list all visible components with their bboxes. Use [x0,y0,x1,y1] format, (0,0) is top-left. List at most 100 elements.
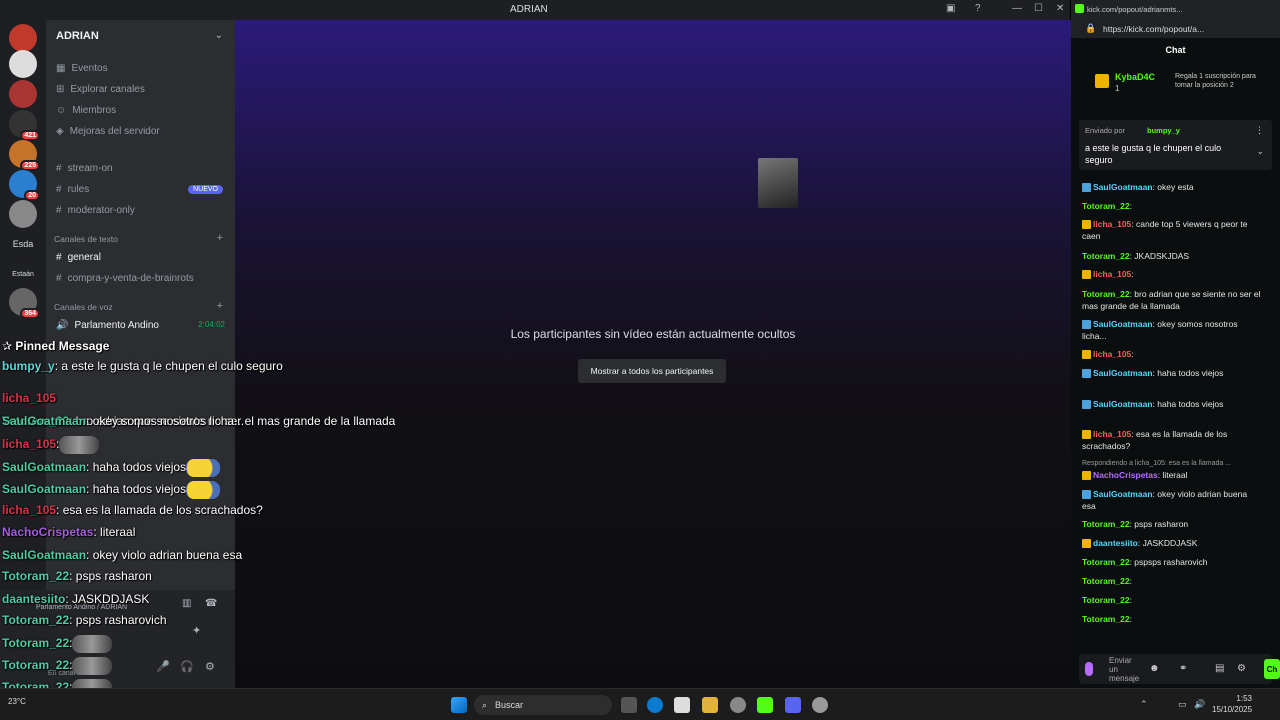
kick-username[interactable]: Totoram_22 [1082,557,1130,567]
weather-text[interactable]: 23°C [8,697,26,706]
kick-username[interactable]: Totoram_22 [1082,614,1130,624]
channel-stream-on[interactable]: # stream-on [54,158,228,178]
server-icon[interactable] [9,24,37,52]
emote-icon [72,635,113,653]
category-text[interactable]: Canales de texto [54,234,118,244]
start-icon[interactable] [451,697,467,713]
server-icon[interactable]: 421 [9,110,40,141]
leaderboard: KybaD4C 1 Regala 1 suscripción para toma… [1079,66,1274,106]
close-icon[interactable]: ✕ [1056,3,1064,14]
overlay-message: SaulGoatmaan: haha todos viejos [2,481,221,499]
overlay-message: NachoCrispetas: literaal [2,525,135,539]
network-icon[interactable]: ▭ [1178,699,1187,710]
kick-message-text: : okey esta [1152,182,1194,192]
taskbar-search[interactable]: ⌕ Buscar [474,695,612,715]
kick-username[interactable]: Totoram_22 [1082,251,1130,261]
emote-icon[interactable]: ☻ [1149,663,1160,674]
kick-username[interactable]: daantesiito [1093,538,1138,548]
send-chat-button[interactable]: Ch [1264,659,1280,679]
server-icon[interactable]: Estaán [9,260,37,288]
chevron-down-icon[interactable]: ⌄ [1256,146,1264,157]
sidebar-item-explore[interactable]: ⊞ Explorar canales [54,79,228,99]
server-icon[interactable]: Esda [9,230,37,258]
server-icon[interactable] [9,80,37,108]
sidebar-item-members[interactable]: ☺ Miembros [54,100,228,120]
help-icon[interactable]: ? [975,3,981,14]
channel-moderator-only[interactable]: # moderator-only [54,200,228,220]
kick-chat-message: NachoCrispetas: literaal [1082,469,1262,481]
kick-username[interactable]: Totoram_22 [1082,595,1130,605]
settings-icon[interactable] [812,697,828,713]
server-icon[interactable] [9,200,37,228]
server-icon[interactable]: 225 [9,140,40,171]
kick-username[interactable]: SaulGoatmaan [1093,399,1153,409]
badge: 20 [24,190,40,201]
sidebar-item-boosts[interactable]: ◈ Mejoras del servidor [54,121,228,141]
pinned-title: ✰ Pinned Message [2,339,110,353]
kick-username[interactable]: SaulGoatmaan [1093,489,1153,499]
store-icon[interactable]: ▤ [1215,663,1224,674]
kick-username[interactable]: Totoram_22 [1082,289,1130,299]
kick-username[interactable]: SaulGoatmaan [1093,182,1153,192]
kick-username[interactable]: licha_105 [1093,269,1131,279]
sidebar-item-events[interactable]: ▦ Eventos [54,58,228,78]
server-icon[interactable]: 364 [9,288,40,319]
clock-date[interactable]: 15/10/2025 [1212,705,1252,714]
kick-username[interactable]: Totoram_22 [1082,519,1130,529]
channel-compra-venta[interactable]: # compra-y-venta-de-brainrots [54,268,228,288]
user-icon[interactable]: ⚭ [1179,663,1187,674]
chevron-down-icon[interactable]: ⌄ [215,30,223,41]
participant-tile[interactable] [758,158,798,208]
edge-icon[interactable] [647,697,663,713]
store-icon[interactable] [674,697,690,713]
url-bar[interactable]: 🔒 https://kick.com/popout/a... [1071,20,1280,38]
server-name[interactable]: ADRIAN [56,30,99,42]
kick-message-text: : literaal [1157,470,1188,480]
inbox-icon[interactable]: ▣ [946,3,955,14]
plus-icon[interactable]: + [217,232,223,244]
pinned-message[interactable]: Enviado por bumpy_y ⋮ a este le gusta q … [1079,120,1272,170]
kick-username[interactable]: Totoram_22 [1082,576,1130,586]
clock-time[interactable]: 1:53 [1222,694,1252,703]
kick-username[interactable]: Totoram_22 [1082,201,1130,211]
server-icon[interactable]: 20 [9,170,40,201]
top-user[interactable]: KybaD4C [1115,72,1155,82]
folder-icon[interactable] [702,697,718,713]
kick-username[interactable]: licha_105 [1093,349,1131,359]
kick-username[interactable]: licha_105 [1093,429,1131,439]
volume-icon[interactable]: 🔊 [1194,699,1205,710]
overlay-message: licha_105: esa es la llamada de los scra… [2,503,263,517]
pinned-by: bumpy_y [1147,126,1180,135]
gear-icon[interactable]: ⚙ [1237,663,1246,674]
minimize-icon[interactable]: — [1012,3,1022,14]
pin-icon[interactable]: ⋮ [1255,125,1264,136]
kick-username[interactable]: licha_105 [1093,219,1131,229]
input-placeholder: Enviar un mensaje [1109,656,1140,683]
kick-icon[interactable] [757,697,773,713]
overlay-message: SaulGoatmaan: okey violo adrian buena es… [2,548,242,562]
show-participants-button[interactable]: Mostrar a todos los participantes [578,359,726,383]
kick-chat-message: Totoram_22: pspsps rasharovich [1082,556,1262,568]
maximize-icon[interactable]: ☐ [1034,3,1043,14]
verified-icon [1082,320,1091,330]
top-count: 1 [1115,84,1120,93]
kick-username[interactable]: NachoCrispetas [1093,470,1158,480]
app-icon[interactable] [730,697,746,713]
discord-icon[interactable] [785,697,801,713]
tray-chevron-icon[interactable]: ⌃ [1140,699,1148,710]
verified-icon [1082,183,1091,193]
channel-general[interactable]: # general [54,247,228,267]
overlay-message: Totoram_22: psps rasharon [2,569,152,583]
overlay-message: Totoram_22: [2,657,113,675]
badge: 364 [20,308,40,319]
overlay-username: Totoram_22 [2,658,70,673]
server-icon[interactable] [9,50,37,78]
kick-username[interactable]: SaulGoatmaan [1093,368,1153,378]
plus-icon[interactable]: + [217,300,223,312]
taskview-icon[interactable] [621,697,637,713]
chat-header: Chat [1165,45,1186,55]
overlay-text: : okey violo adrian buena esa [86,548,243,562]
kick-username[interactable]: SaulGoatmaan [1093,319,1153,329]
chat-input[interactable]: Enviar un mensaje ☻ ⚭ ▤ ⚙ [1079,654,1272,684]
category-voice[interactable]: Canales de voz [54,302,113,312]
